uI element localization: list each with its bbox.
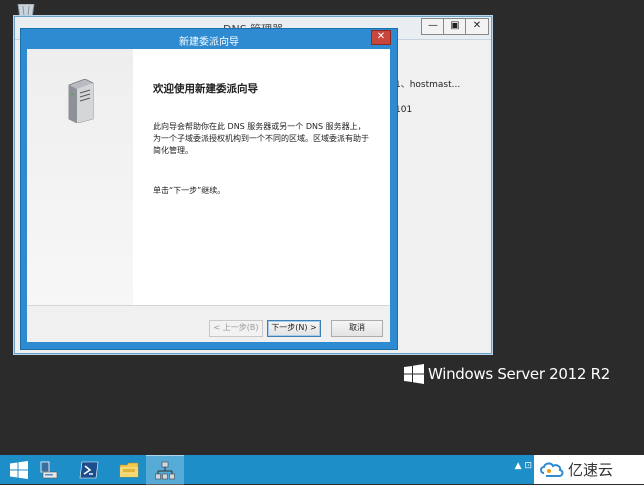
taskbar-server-manager[interactable] (30, 455, 68, 484)
minimize-button[interactable]: — (421, 18, 445, 35)
start-icon (10, 461, 28, 479)
close-button[interactable]: ✕ (465, 18, 489, 35)
yisu-watermark: 亿速云 (534, 455, 644, 484)
cancel-button[interactable]: 取消 (331, 320, 383, 337)
watermark-text: 亿速云 (568, 461, 614, 479)
dns-manager-icon (155, 461, 175, 480)
description-line: 此向导会帮助你在此 DNS 服务器或另一个 DNS 服务器上， (153, 122, 366, 131)
wizard-titlebar[interactable]: 新建委派向导 ✕ (21, 29, 397, 49)
wizard-button-bar: < 上一步(B) 下一步(N) > 取消 (27, 305, 390, 342)
wizard-heading: 欢迎使用新建委派向导 (153, 83, 258, 95)
yisu-cloud-logo-icon (540, 462, 564, 477)
wizard-title: 新建委派向导 (179, 37, 239, 48)
system-tray[interactable]: ▲ ⊡ (515, 461, 532, 471)
back-button[interactable]: < 上一步(B) (209, 320, 263, 337)
maximize-button[interactable]: ▣ (443, 18, 467, 35)
next-button[interactable]: 下一步(N) > (267, 320, 321, 337)
dns-record-list: 1、hostmast... 101 (395, 77, 485, 133)
taskbar-powershell[interactable] (70, 455, 108, 484)
file-explorer-icon (119, 462, 139, 478)
powershell-icon (79, 461, 99, 479)
server-manager-icon (40, 461, 58, 479)
server-icon (68, 79, 94, 123)
record-text: 1、hostmast... (395, 80, 461, 90)
wizard-side-panel (27, 49, 133, 305)
windows-server-brand: Windows Server 2012 R2 (428, 365, 610, 383)
wizard-content: 欢迎使用新建委派向导 此向导会帮助你在此 DNS 服务器或另一个 DNS 服务器… (133, 49, 390, 305)
taskbar-dns-manager[interactable] (146, 455, 184, 485)
new-delegation-wizard: 新建委派向导 ✕ 欢迎使用新建委派向导 此向导会帮助你在此 DNS 服务器或另一… (20, 28, 398, 350)
wizard-close-button[interactable]: ✕ (371, 30, 391, 45)
wizard-body: 欢迎使用新建委派向导 此向导会帮助你在此 DNS 服务器或另一个 DNS 服务器… (27, 49, 390, 342)
taskbar: ▲ ⊡ 亿速云 (0, 455, 644, 485)
wizard-click-instruction: 单击“下一步”继续。 (153, 186, 226, 195)
description-line: 为一个子域委派授权机构到一个不同的区域。区域委派有助于 (153, 134, 369, 143)
taskbar-file-explorer[interactable] (110, 455, 148, 484)
windows-logo-icon (404, 364, 424, 384)
record-text: 101 (395, 105, 413, 115)
wizard-description: 此向导会帮助你在此 DNS 服务器或另一个 DNS 服务器上， 为一个子域委派授… (153, 121, 381, 157)
description-line: 简化管理。 (153, 146, 193, 155)
